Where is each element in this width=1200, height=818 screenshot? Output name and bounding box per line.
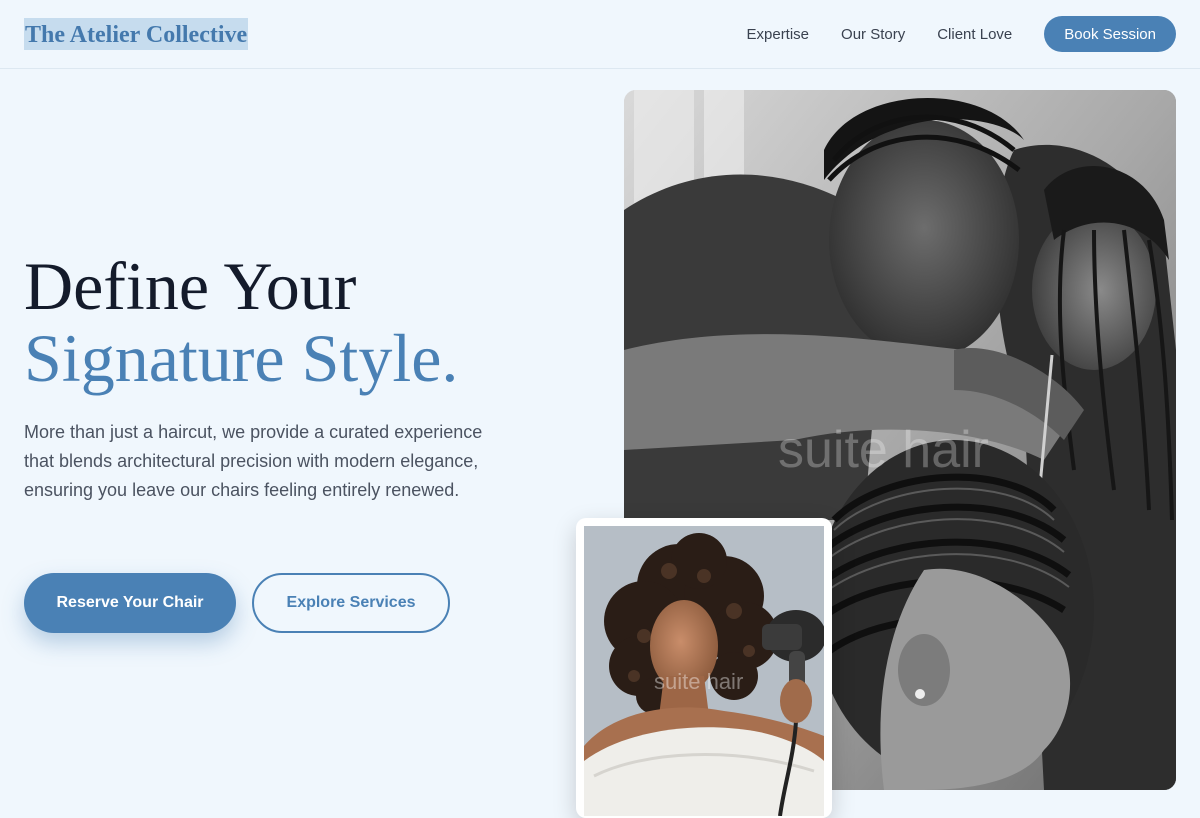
inset-photo-card: suite hair bbox=[576, 518, 832, 818]
site-header: The Atelier Collective Expertise Our Sto… bbox=[0, 0, 1200, 69]
nav-link-our-story[interactable]: Our Story bbox=[841, 26, 905, 43]
explore-services-button[interactable]: Explore Services bbox=[252, 573, 450, 633]
hero-title-line1: Define Your bbox=[24, 248, 357, 324]
site-logo[interactable]: The Atelier Collective bbox=[24, 18, 249, 50]
main-photo-watermark: suite hair bbox=[778, 421, 989, 479]
nav-link-expertise[interactable]: Expertise bbox=[747, 26, 810, 43]
main-nav: Expertise Our Story Client Love Book Ses… bbox=[747, 0, 1176, 68]
reserve-chair-button[interactable]: Reserve Your Chair bbox=[24, 573, 236, 633]
hero-title: Define Your Signature Style. bbox=[24, 250, 458, 394]
nav-link-client-love[interactable]: Client Love bbox=[937, 26, 1012, 43]
hero-title-line2: Signature Style. bbox=[24, 320, 459, 396]
book-session-button[interactable]: Book Session bbox=[1044, 16, 1176, 52]
hero-description: More than just a haircut, we provide a c… bbox=[24, 422, 483, 500]
woman-curly-hair-photo: suite hair bbox=[584, 526, 824, 816]
inset-photo-watermark: suite hair bbox=[654, 669, 744, 694]
